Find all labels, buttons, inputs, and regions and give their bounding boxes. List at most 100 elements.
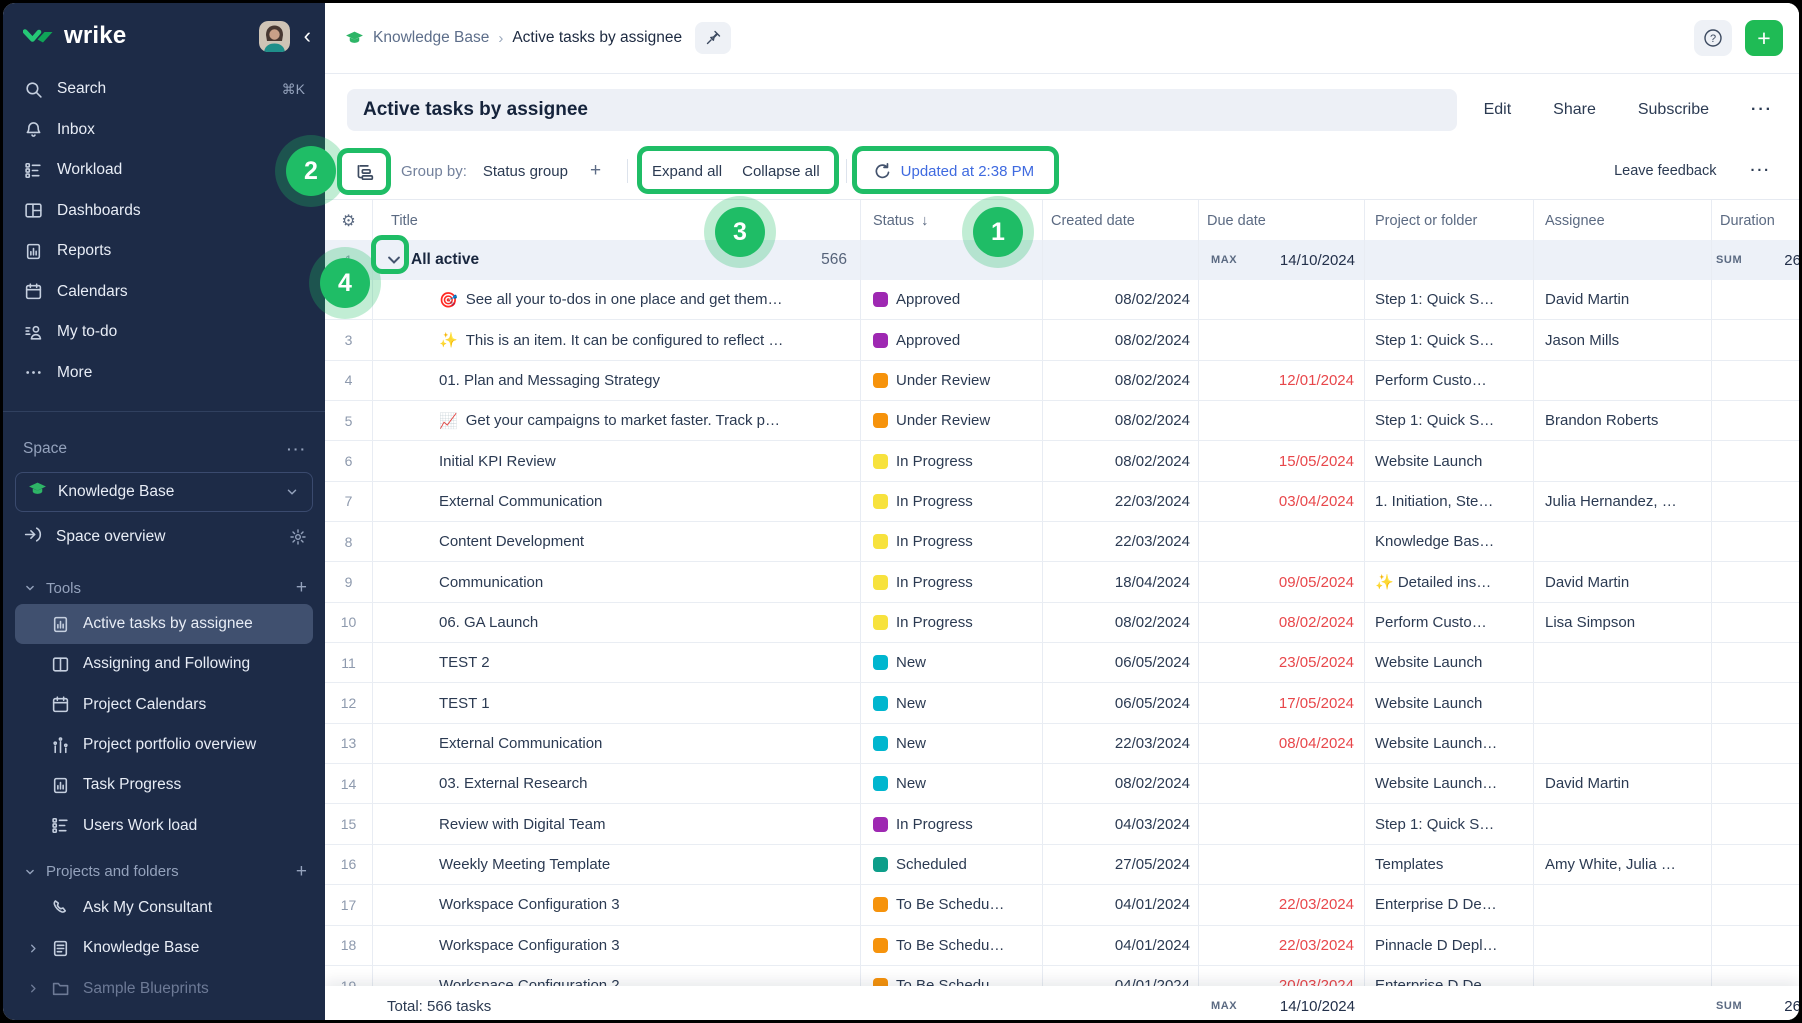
project-cell[interactable]: Enterprise D De… — [1365, 885, 1534, 924]
table-row[interactable]: 11 TEST 2 New 06/05/2024 23/05/2024 Webs… — [325, 643, 1799, 683]
status-cell[interactable]: New — [861, 724, 1043, 763]
created-date-cell[interactable]: 08/02/2024 — [1043, 764, 1199, 803]
project-cell[interactable]: Step 1: Quick S… — [1365, 401, 1534, 440]
assignee-cell[interactable] — [1534, 441, 1712, 480]
breadcrumb-space-link[interactable]: Knowledge Base — [373, 29, 489, 47]
leave-feedback-button[interactable]: Leave feedback — [1614, 163, 1716, 179]
assignee-cell[interactable]: Jason Mills — [1534, 320, 1712, 359]
sidebar-item-assigning-and-following[interactable]: Assigning and Following — [3, 644, 325, 684]
created-date-cell[interactable]: 06/05/2024 — [1043, 643, 1199, 682]
assignee-cell[interactable] — [1534, 804, 1712, 843]
status-cell[interactable]: In Progress — [861, 804, 1043, 843]
add-project-icon[interactable]: + — [296, 861, 307, 883]
project-cell[interactable]: Website Launch — [1365, 441, 1534, 480]
refresh-icon[interactable] — [873, 162, 892, 181]
table-row[interactable]: 12 TEST 1 New 06/05/2024 17/05/2024 Webs… — [325, 683, 1799, 723]
status-cell[interactable]: In Progress — [861, 482, 1043, 521]
table-row[interactable]: 17 Workspace Configuration 3 To Be Sched… — [325, 885, 1799, 925]
add-tool-icon[interactable]: + — [296, 577, 307, 599]
column-header-due[interactable]: Due date — [1199, 200, 1365, 241]
task-title-cell[interactable]: 01. Plan and Messaging Strategy — [373, 361, 861, 400]
status-cell[interactable]: In Progress — [861, 441, 1043, 480]
column-header-title[interactable]: Title — [373, 200, 861, 241]
created-date-cell[interactable]: 22/03/2024 — [1043, 482, 1199, 521]
project-cell[interactable]: Perform Custo… — [1365, 361, 1534, 400]
status-cell[interactable]: Under Review — [861, 401, 1043, 440]
status-cell[interactable]: New — [861, 764, 1043, 803]
toolbar-more-icon[interactable]: ··· — [1751, 163, 1772, 179]
duration-cell[interactable] — [1712, 845, 1799, 884]
duration-cell[interactable] — [1712, 926, 1799, 965]
created-date-cell[interactable]: 04/03/2024 — [1043, 804, 1199, 843]
project-cell[interactable]: Website Launch — [1365, 683, 1534, 722]
table-row[interactable]: 5 📈Get your campaigns to market faster. … — [325, 401, 1799, 441]
group-row-all-active[interactable]: 1 All active 566 MAX 14/10/2024 SUM 265 — [325, 240, 1799, 281]
duration-cell[interactable] — [1712, 804, 1799, 843]
pin-button[interactable] — [695, 22, 731, 54]
table-row[interactable]: 10 06. GA Launch In Progress 08/02/2024 … — [325, 603, 1799, 643]
assignee-cell[interactable] — [1534, 643, 1712, 682]
duration-cell[interactable] — [1712, 643, 1799, 682]
sidebar-item-space-overview[interactable]: Space overview — [3, 516, 325, 558]
column-header-project[interactable]: Project or folder — [1365, 200, 1534, 241]
created-date-cell[interactable]: 06/05/2024 — [1043, 683, 1199, 722]
assignee-cell[interactable]: David Martin — [1534, 562, 1712, 601]
assignee-cell[interactable] — [1534, 885, 1712, 924]
table-row[interactable]: 6 Initial KPI Review In Progress 08/02/2… — [325, 441, 1799, 481]
duration-cell[interactable] — [1712, 724, 1799, 763]
edit-button[interactable]: Edit — [1484, 101, 1512, 119]
task-title-cell[interactable]: Review with Digital Team — [373, 804, 861, 843]
assignee-cell[interactable] — [1534, 926, 1712, 965]
duration-cell[interactable] — [1712, 280, 1799, 319]
created-date-cell[interactable]: 04/01/2024 — [1043, 885, 1199, 924]
due-date-cell[interactable]: 22/03/2024 — [1199, 926, 1365, 965]
assignee-cell[interactable]: Lisa Simpson — [1534, 603, 1712, 642]
assignee-cell[interactable]: Amy White, Julia … — [1534, 845, 1712, 884]
due-date-cell[interactable]: 09/05/2024 — [1199, 562, 1365, 601]
due-date-cell[interactable] — [1199, 320, 1365, 359]
chevron-right-icon[interactable] — [25, 982, 41, 995]
gear-icon[interactable]: ⚙ — [341, 211, 355, 231]
table-row[interactable]: 7 External Communication In Progress 22/… — [325, 482, 1799, 522]
created-date-cell[interactable]: 08/02/2024 — [1043, 441, 1199, 480]
assignee-cell[interactable] — [1534, 683, 1712, 722]
task-title-cell[interactable]: Workspace Configuration 3 — [373, 926, 861, 965]
task-title-cell[interactable]: 06. GA Launch — [373, 603, 861, 642]
duration-cell[interactable] — [1712, 361, 1799, 400]
sidebar-item-task-progress[interactable]: Task Progress — [3, 765, 325, 805]
project-cell[interactable]: ✨ Detailed ins… — [1365, 562, 1534, 601]
created-date-cell[interactable]: 08/02/2024 — [1043, 401, 1199, 440]
assignee-cell[interactable]: Brandon Roberts — [1534, 401, 1712, 440]
project-cell[interactable]: Perform Custo… — [1365, 603, 1534, 642]
duration-cell[interactable] — [1712, 683, 1799, 722]
status-cell[interactable]: In Progress — [861, 562, 1043, 601]
table-row[interactable]: 16 Weekly Meeting Template Scheduled 27/… — [325, 845, 1799, 885]
due-date-cell[interactable] — [1199, 804, 1365, 843]
sidebar-item-users-work-load[interactable]: Users Work load — [3, 805, 325, 845]
task-title-cell[interactable]: ✨This is an item. It can be configured t… — [373, 320, 861, 359]
assignee-cell[interactable]: Julia Hernandez, … — [1534, 482, 1712, 521]
created-date-cell[interactable]: 27/05/2024 — [1043, 845, 1199, 884]
project-cell[interactable]: Website Launch — [1365, 643, 1534, 682]
due-date-cell[interactable] — [1199, 401, 1365, 440]
sidebar-item-ask-my-consultant[interactable]: Ask My Consultant — [3, 888, 325, 928]
created-date-cell[interactable]: 08/02/2024 — [1043, 320, 1199, 359]
duration-cell[interactable] — [1712, 522, 1799, 561]
sidebar-item-reports[interactable]: Reports — [3, 231, 325, 272]
status-cell[interactable]: In Progress — [861, 603, 1043, 642]
created-date-cell[interactable]: 08/02/2024 — [1043, 280, 1199, 319]
table-row[interactable]: 8 Content Development In Progress 22/03/… — [325, 522, 1799, 562]
task-title-cell[interactable]: Workspace Configuration 3 — [373, 885, 861, 924]
status-cell[interactable]: To Be Schedu… — [861, 885, 1043, 924]
status-cell[interactable]: In Progress — [861, 522, 1043, 561]
task-title-cell[interactable]: Initial KPI Review — [373, 441, 861, 480]
group-by-value[interactable]: Status group — [483, 163, 568, 180]
subscribe-button[interactable]: Subscribe — [1638, 101, 1709, 119]
duration-cell[interactable] — [1712, 320, 1799, 359]
status-cell[interactable]: Under Review — [861, 361, 1043, 400]
sidebar-item-search[interactable]: Search ⌘K — [3, 69, 325, 110]
add-grouping-icon[interactable]: + — [590, 160, 601, 182]
status-cell[interactable]: Scheduled — [861, 845, 1043, 884]
projects-section-header[interactable]: Projects and folders + — [3, 856, 325, 888]
created-date-cell[interactable]: 08/02/2024 — [1043, 603, 1199, 642]
